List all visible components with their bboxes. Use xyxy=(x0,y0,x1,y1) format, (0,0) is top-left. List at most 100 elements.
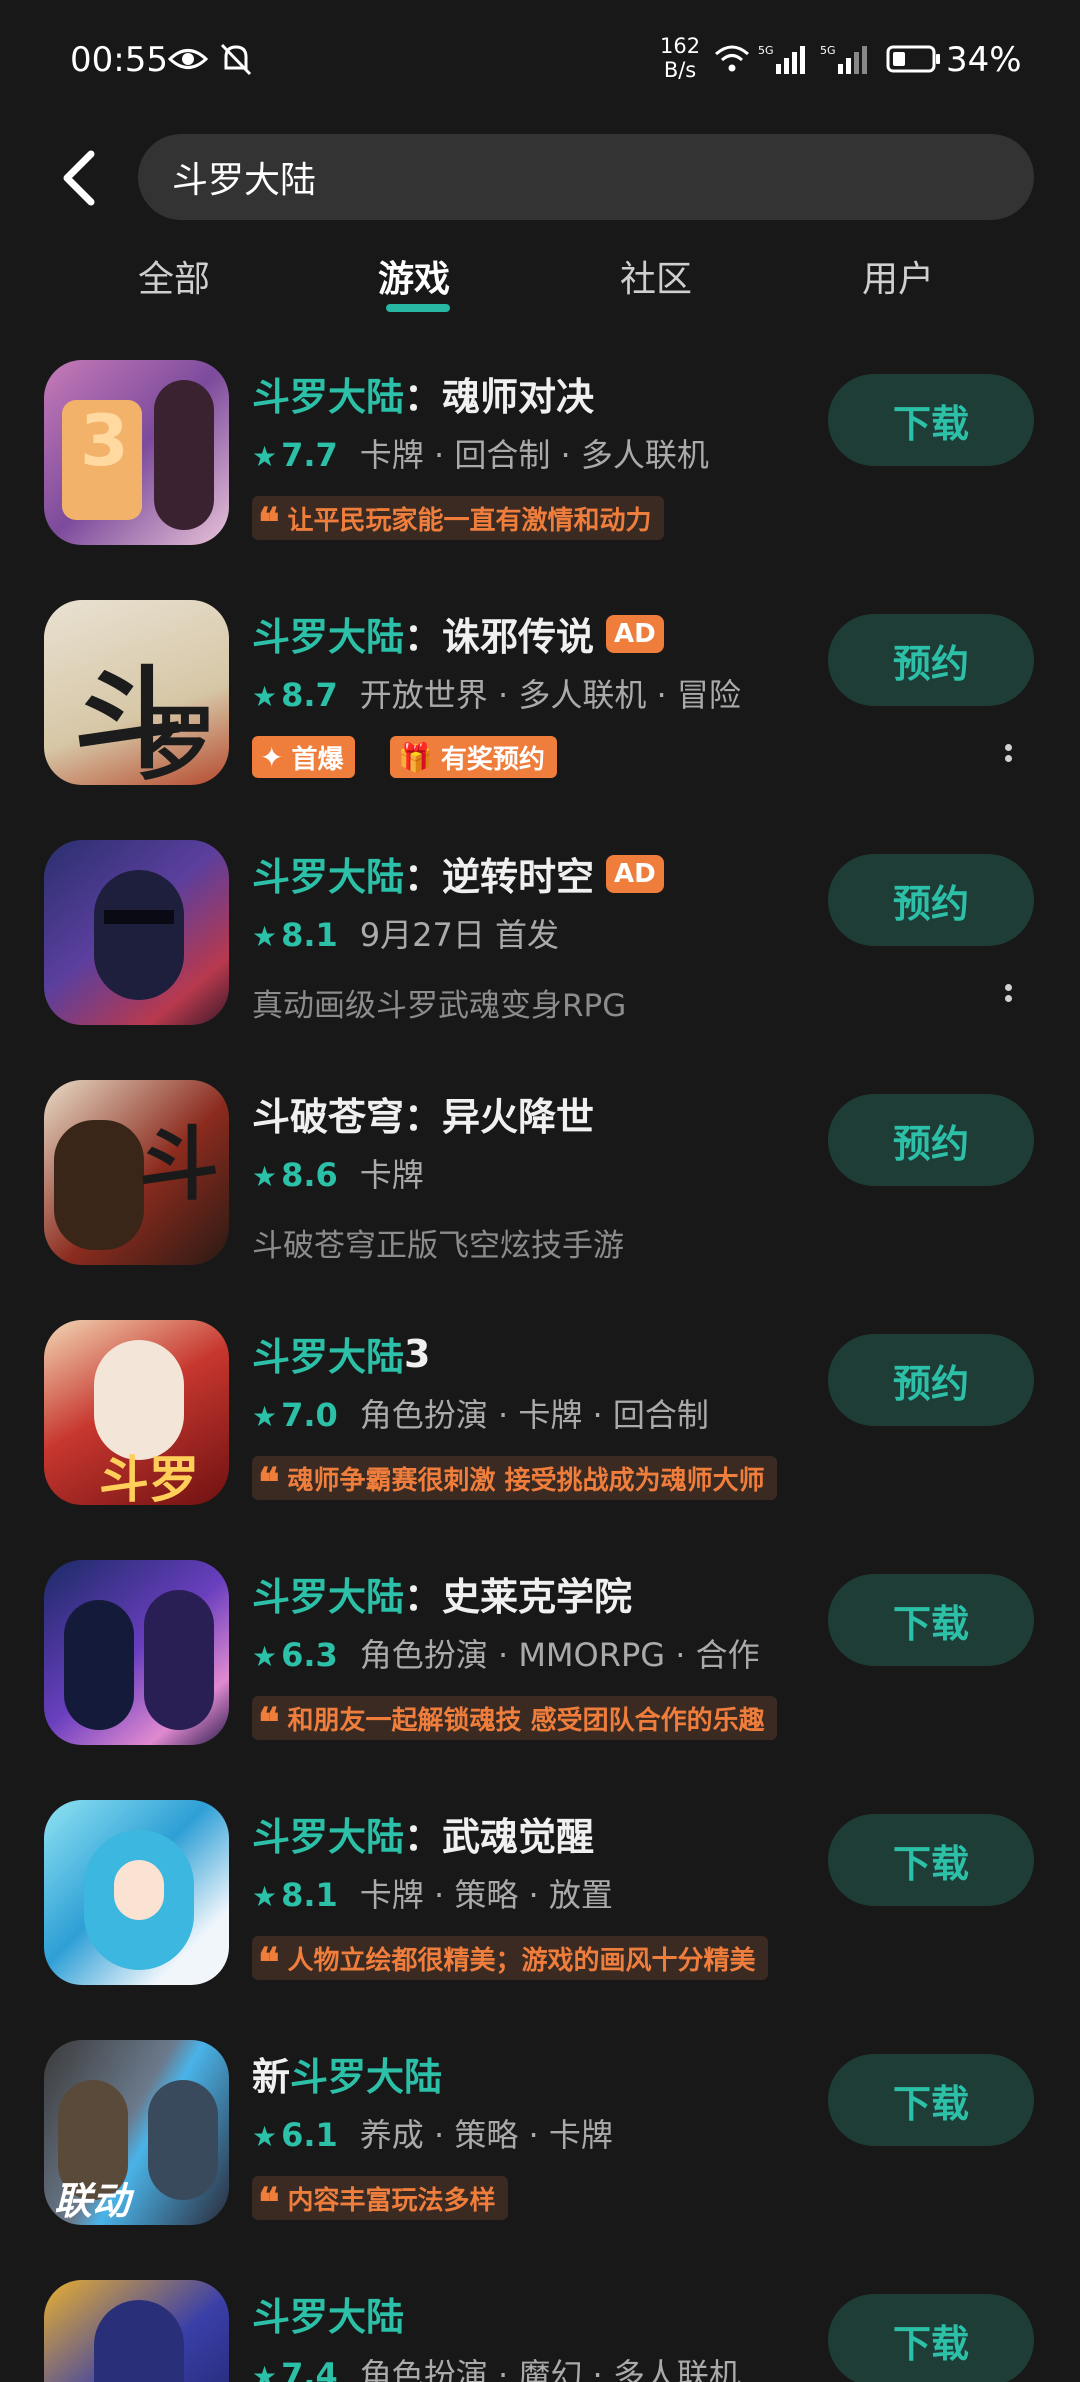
app-icon[interactable]: 斗 罗 xyxy=(44,600,229,785)
app-icon[interactable]: 斗 xyxy=(44,1080,229,1265)
chip-label: 首爆 xyxy=(291,744,344,775)
chip-first-release: ✦ 首爆 xyxy=(252,736,356,778)
star-icon: ★ xyxy=(252,920,278,953)
app-icon[interactable]: 斗罗 xyxy=(44,1320,229,1505)
title-highlight: 斗罗大陆 xyxy=(252,1815,405,1859)
star-icon: ★ xyxy=(252,680,278,713)
rating: 8.1 xyxy=(281,916,338,954)
quote-icon: ❝ xyxy=(258,1699,280,1746)
net-speed-unit: B/s xyxy=(663,58,697,82)
list-item[interactable]: 斗罗大陆 ：史莱克学院 ★ 6.3 角色扮演 · MMORPG · 合作 ❝ 和朋友一起… xyxy=(0,1560,1080,1800)
app-description: 斗破苍穹正版飞空炫技手游 xyxy=(252,1228,624,1264)
download-button[interactable]: 下载 xyxy=(828,1814,1034,1906)
title-highlight: 斗罗大陆 xyxy=(252,375,405,419)
list-item[interactable]: 斗罗大陆 ★ 7.4 角色扮演 · 魔幻 · 多人联机 下载 xyxy=(0,2280,1080,2382)
download-button[interactable]: 下载 xyxy=(828,2294,1034,2382)
more-options-icon[interactable] xyxy=(1000,740,1016,780)
svg-text:5G: 5G xyxy=(758,44,774,57)
list-item[interactable]: 斗罗大陆 ：逆转时空 AD ★ 8.1 9月27日 首发 真动画级斗罗武魂变身RPG 预… xyxy=(0,840,1080,1080)
star-icon: ★ xyxy=(252,2120,278,2153)
app-title[interactable]: 斗破苍穹：异火降世 xyxy=(252,1086,594,1141)
search-input[interactable]: 斗罗大陆 xyxy=(138,134,1034,220)
download-button[interactable]: 下载 xyxy=(828,374,1034,466)
app-icon[interactable]: 3 xyxy=(44,360,229,545)
tags: 开放世界 · 多人联机 · 冒险 xyxy=(359,676,741,714)
chip-reward-reserve: 🎁 有奖预约 xyxy=(390,736,557,778)
tags: 卡牌 · 回合制 · 多人联机 xyxy=(359,436,709,474)
review-quote: ❝ 人物立绘都很精美；游戏的画风十分精美 xyxy=(252,1936,768,1986)
app-title[interactable]: 斗罗大陆 ：诛邪传说 AD xyxy=(252,606,664,661)
star-icon: ★ xyxy=(252,1160,278,1193)
tags: 9月27日 首发 xyxy=(359,916,560,954)
quote-icon: ❝ xyxy=(258,1939,280,1986)
tab-all[interactable]: 全部 xyxy=(138,250,210,302)
app-description: 真动画级斗罗武魂变身RPG xyxy=(252,988,627,1024)
tab-users[interactable]: 用户 xyxy=(862,250,934,302)
title-highlight: 斗罗大陆 xyxy=(290,2055,443,2099)
star-icon: ★ xyxy=(252,440,278,473)
title-rest: 3 xyxy=(404,1331,431,1376)
list-item[interactable]: 斗罗大陆 ：武魂觉醒 ★ 8.1 卡牌 · 策略 · 放置 ❝ 人物立绘都很精美；游戏的… xyxy=(0,1800,1080,2040)
ad-badge: AD xyxy=(606,854,664,893)
star-icon: ★ xyxy=(252,1400,278,1433)
reserve-button[interactable]: 预约 xyxy=(828,854,1034,946)
app-icon[interactable] xyxy=(44,1800,229,1985)
review-quote: ❝ 让平民玩家能一直有激情和动力 xyxy=(252,496,664,546)
list-item[interactable]: 斗 罗 斗罗大陆 ：诛邪传说 AD ★ 8.7 开放世界 · 多人联机 · 冒险 ✦ 首爆… xyxy=(0,600,1080,840)
app-title[interactable]: 斗罗大陆 ：逆转时空 AD xyxy=(252,846,664,901)
title-highlight: 斗罗大陆 xyxy=(252,615,405,659)
tab-games[interactable]: 游戏 xyxy=(378,250,450,302)
list-item[interactable]: 斗罗 斗罗大陆 3 ★ 7.0 角色扮演 · 卡牌 · 回合制 ❝ 魂师争霸赛很刺激 接… xyxy=(0,1320,1080,1560)
reserve-button[interactable]: 预约 xyxy=(828,1334,1034,1426)
tags: 角色扮演 · 魔幻 · 多人联机 xyxy=(359,2356,741,2382)
gift-icon: 🎁 xyxy=(398,740,433,774)
more-options-icon[interactable] xyxy=(1000,980,1016,1020)
app-title[interactable]: 斗罗大陆 3 xyxy=(252,1326,430,1381)
download-button[interactable]: 下载 xyxy=(828,1574,1034,1666)
app-title[interactable]: 斗罗大陆 ：魂师对决 xyxy=(252,366,594,421)
title-rest: ：史莱克学院 xyxy=(404,1575,633,1619)
rating: 8.6 xyxy=(281,1156,338,1194)
tab-community[interactable]: 社区 xyxy=(620,250,692,302)
title-highlight: 斗罗大陆 xyxy=(252,1575,405,1619)
list-item[interactable]: 3 斗罗大陆 ：魂师对决 ★ 7.7 卡牌 · 回合制 · 多人联机 ❝ 让平民玩家能一… xyxy=(0,360,1080,600)
app-icon[interactable] xyxy=(44,840,229,1025)
app-title[interactable]: 斗罗大陆 ：史莱克学院 xyxy=(252,1566,632,1621)
rating: 7.0 xyxy=(281,1396,338,1434)
star-icon: ★ xyxy=(252,1880,278,1913)
reserve-button[interactable]: 预约 xyxy=(828,614,1034,706)
app-meta: ★ 7.4 角色扮演 · 魔幻 · 多人联机 xyxy=(252,2350,741,2382)
title-rest: ：诛邪传说 xyxy=(404,615,595,659)
list-item[interactable]: 斗 斗破苍穹：异火降世 ★ 8.6 卡牌 斗破苍穹正版飞空炫技手游 预约 xyxy=(0,1080,1080,1320)
app-meta: ★ 8.7 开放世界 · 多人联机 · 冒险 xyxy=(252,670,741,716)
sparkle-icon: ✦ xyxy=(260,740,284,774)
quote-icon: ❝ xyxy=(258,499,280,546)
rating: 6.3 xyxy=(281,1636,338,1674)
title-highlight: 斗罗大陆 xyxy=(252,1335,405,1379)
app-meta: ★ 7.7 卡牌 · 回合制 · 多人联机 xyxy=(252,430,709,476)
reserve-button[interactable]: 预约 xyxy=(828,1094,1034,1186)
title-highlight: 斗罗大陆 xyxy=(252,855,405,899)
download-button[interactable]: 下载 xyxy=(828,2054,1034,2146)
review-quote: ❝ 和朋友一起解锁魂技 感受团队合作的乐趣 xyxy=(252,1696,777,1746)
tags: 卡牌 xyxy=(359,1156,424,1194)
quote-text: 人物立绘都很精美；游戏的画风十分精美 xyxy=(287,1945,756,1976)
app-icon[interactable] xyxy=(44,2280,229,2382)
signal-5g-icon-2: 5G xyxy=(820,44,867,74)
back-arrow-icon[interactable] xyxy=(55,148,105,208)
app-title[interactable]: 斗罗大陆 xyxy=(252,2286,404,2341)
app-title[interactable]: 新斗罗大陆 xyxy=(252,2046,442,2101)
tags: 角色扮演 · MMORPG · 合作 xyxy=(359,1636,760,1674)
net-speed-value: 162 xyxy=(660,34,701,58)
chip-label: 有奖预约 xyxy=(440,744,545,775)
app-icon[interactable] xyxy=(44,1560,229,1745)
list-item[interactable]: 联动 新斗罗大陆 ★ 6.1 养成 · 策略 · 卡牌 ❝ 内容丰富玩法多样 下载 xyxy=(0,2040,1080,2280)
rating: 8.7 xyxy=(281,676,338,714)
title-rest: 斗破苍穹：异火降世 xyxy=(252,1095,595,1139)
app-meta: ★ 7.0 角色扮演 · 卡牌 · 回合制 xyxy=(252,1390,709,1436)
title-rest: ：武魂觉醒 xyxy=(404,1815,595,1859)
star-icon: ★ xyxy=(252,1640,278,1673)
ad-badge: AD xyxy=(606,614,664,653)
app-icon[interactable]: 联动 xyxy=(44,2040,229,2225)
app-title[interactable]: 斗罗大陆 ：武魂觉醒 xyxy=(252,1806,594,1861)
